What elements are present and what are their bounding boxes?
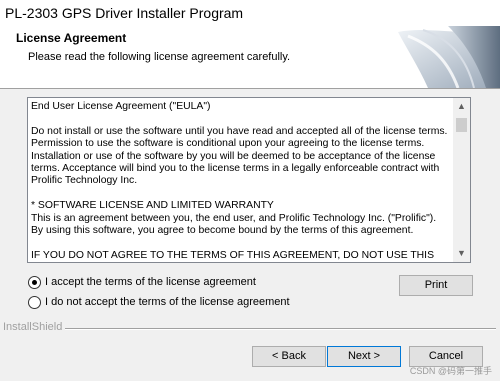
wizard-header: License Agreement Please read the follow… xyxy=(0,26,500,89)
scrollbar-thumb[interactable] xyxy=(456,118,467,132)
watermark: CSDN @码第一推手 xyxy=(409,366,492,376)
eula-paragraph: Do not install or use the software until… xyxy=(31,125,448,187)
eula-paragraph: IF YOU DO NOT AGREE TO THE TERMS OF THIS… xyxy=(31,249,434,261)
accept-radio[interactable] xyxy=(28,275,41,289)
scroll-down-icon[interactable]: ▼ xyxy=(453,245,470,262)
installshield-label: InstallShield xyxy=(3,321,66,333)
page-title: License Agreement xyxy=(16,31,127,45)
decline-option[interactable]: I do not accept the terms of the license… xyxy=(28,294,290,310)
print-button[interactable]: Print xyxy=(399,275,473,296)
next-button[interactable]: Next > xyxy=(327,346,401,367)
accept-option[interactable]: I accept the terms of the license agreem… xyxy=(28,274,256,290)
back-button[interactable]: < Back xyxy=(252,346,326,367)
decline-label[interactable]: I do not accept the terms of the license… xyxy=(45,296,290,308)
footer-divider xyxy=(64,328,496,330)
eula-paragraph: * SOFTWARE LICENSE AND LIMITED WARRANTY … xyxy=(31,200,437,237)
window-title: PL-2303 GPS Driver Installer Program xyxy=(5,5,244,21)
scroll-up-icon[interactable]: ▲ xyxy=(453,98,470,115)
license-text-box[interactable]: End User License Agreement ("EULA") Do n… xyxy=(27,97,471,263)
vertical-scrollbar[interactable]: ▲ ▼ xyxy=(453,98,470,262)
decline-radio[interactable] xyxy=(28,295,41,309)
license-text: End User License Agreement ("EULA") Do n… xyxy=(31,101,451,261)
installer-graphic-icon xyxy=(388,26,500,88)
title-bar: PL-2303 GPS Driver Installer Program xyxy=(0,0,500,26)
page-subtitle: Please read the following license agreem… xyxy=(28,51,291,63)
accept-label[interactable]: I accept the terms of the license agreem… xyxy=(45,276,256,288)
eula-heading: End User License Agreement ("EULA") xyxy=(31,101,211,112)
